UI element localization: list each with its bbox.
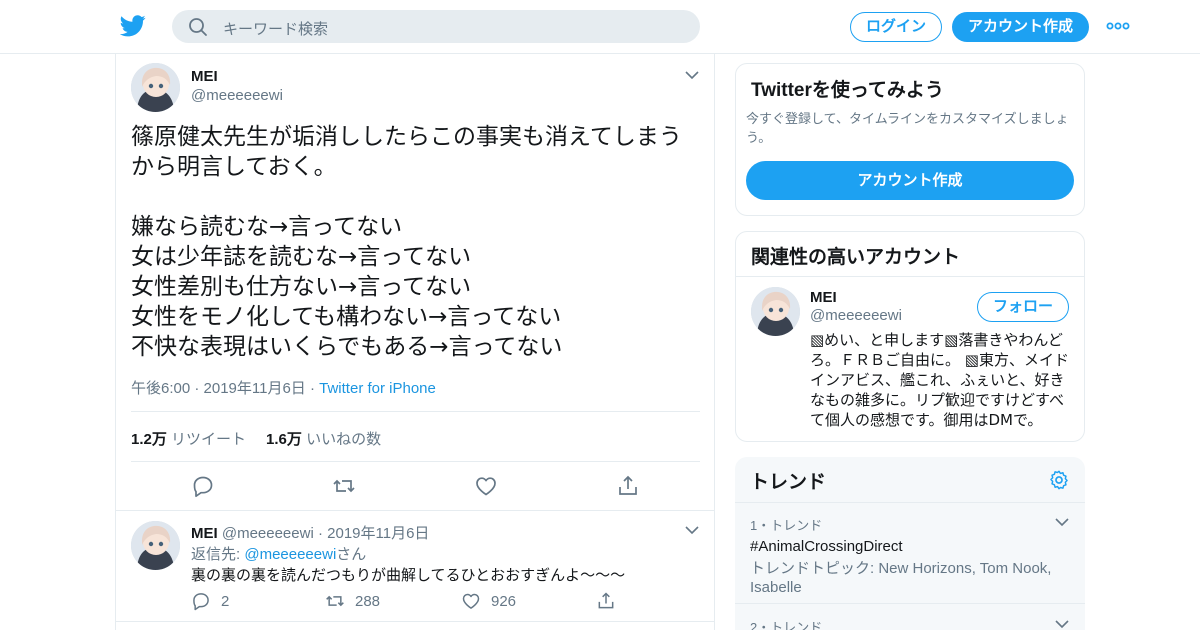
trend-item[interactable]: 2・トレンド (750, 617, 1070, 630)
divider (735, 603, 1085, 604)
avatar[interactable] (131, 63, 180, 112)
reply-icon (193, 593, 209, 611)
avatar[interactable] (131, 521, 180, 570)
reply-icon[interactable] (191, 474, 215, 498)
reply-date[interactable]: · 2019年11月6日 (318, 525, 429, 542)
reply-text: 裏の裏の裏を読んだつもりが曲解してるひとおおすぎんよ〜〜〜 (191, 566, 626, 584)
reply-count: 2 (221, 592, 230, 610)
signup-card-description: 今すぐ登録して、タイムラインをカスタマイズしましょう。 (746, 111, 1069, 145)
chevron-down-icon[interactable] (1055, 619, 1069, 629)
trend-meta: 2・トレンド (750, 620, 823, 630)
retweet-icon[interactable] (332, 474, 356, 498)
signup-button[interactable]: アカウント作成 (952, 12, 1089, 42)
divider (736, 276, 1084, 277)
top-nav: キーワード検索 ログイン アカウント作成 (0, 0, 1200, 54)
reply-tweet[interactable]: MEI @meeeeeewi · 2019年11月6日 返信先: @meeeee… (116, 510, 714, 622)
reply-share-button[interactable] (596, 591, 616, 611)
reply-reply-button[interactable]: 2 (191, 591, 229, 611)
tweet-stats: 1.2万 リツイート 1.6万 いいねの数 (131, 428, 381, 449)
related-account-handle[interactable]: @meeeeeewi (810, 307, 902, 324)
search-icon (189, 18, 207, 36)
signup-card-button[interactable]: アカウント作成 (746, 161, 1074, 200)
reply-retweet-button[interactable]: 288 (325, 591, 380, 611)
reply-to-line: 返信先: @meeeeeewiさん (191, 543, 366, 564)
trend-meta: 1・トレンド (750, 518, 823, 533)
signup-card: Twitterを使ってみよう 今すぐ登録して、タイムラインをカスタマイズしましょ… (735, 63, 1085, 216)
signup-card-title: Twitterを使ってみよう (751, 80, 944, 101)
tweet-column: MEI @meeeeeewi 篠原健太先生が垢消ししたらこの事実も消えてしまうか… (115, 54, 715, 630)
divider (131, 411, 700, 412)
retweet-icon (326, 595, 344, 607)
trend-description: トレンドトピック: New Horizons, Tom Nook, Isabel… (750, 560, 1052, 596)
gear-icon[interactable] (1048, 469, 1070, 491)
divider (735, 502, 1085, 503)
trend-name[interactable]: #AnimalCrossingDirect (750, 538, 1070, 555)
reply-to-prefix: 返信先: (191, 546, 245, 563)
tweet-actions (116, 474, 716, 498)
retweet-count[interactable]: 1.2万 (131, 431, 167, 448)
avatar[interactable] (751, 287, 800, 336)
search-input[interactable]: キーワード検索 (223, 18, 328, 39)
retweet-count: 288 (355, 592, 381, 610)
share-icon (598, 592, 614, 609)
chevron-down-icon[interactable] (685, 525, 699, 535)
author-handle[interactable]: @meeeeeewi (191, 87, 283, 104)
reply-to-suffix: さん (336, 546, 367, 563)
tweet-timestamp: 午後6:00 · 2019年11月6日 · Twitter for iPhone (131, 377, 436, 398)
related-accounts-card: 関連性の高いアカウント MEI @meeeeeewi フォロー ▧めい、と申しま… (735, 231, 1085, 442)
reply-to-mention[interactable]: @meeeeeewi (244, 546, 336, 563)
reply-like-button[interactable]: 926 (461, 591, 516, 611)
tweet-source-link[interactable]: Twitter for iPhone (319, 380, 436, 397)
heart-icon (462, 593, 480, 609)
like-count: 926 (491, 592, 517, 610)
reply-header: MEI @meeeeeewi · 2019年11月6日 (191, 522, 429, 543)
divider (131, 461, 700, 462)
heart-icon[interactable] (474, 474, 498, 498)
like-count[interactable]: 1.6万 (266, 431, 302, 448)
search-box[interactable]: キーワード検索 (172, 10, 700, 43)
related-accounts-title: 関連性の高いアカウント (751, 247, 961, 268)
trends-title: トレンド (750, 472, 827, 493)
related-account-bio: ▧めい、と申します▧落書きやわんどろ。ＦＲＢご自由に。 ▧東方、メイドインアビス… (810, 331, 1069, 429)
author-name[interactable]: MEI (191, 68, 218, 85)
retweet-label[interactable]: リツイート (171, 431, 246, 448)
chevron-down-icon[interactable] (1055, 517, 1069, 527)
more-dots-icon[interactable] (1106, 18, 1130, 34)
tweet-text: 篠原健太先生が垢消ししたらこの事実も消えてしまうから明言しておく。 嫌なら読むな… (131, 124, 682, 360)
tweet-time[interactable]: 午後6:00 · 2019年11月6日 · (131, 380, 319, 397)
reply-actions: 2 288 926 (191, 591, 671, 611)
login-button[interactable]: ログイン (850, 12, 942, 42)
like-label[interactable]: いいねの数 (306, 431, 381, 448)
trends-card: トレンド 1・トレンド #AnimalCrossingDirect トレンドトピ… (735, 457, 1085, 630)
trend-item[interactable]: 1・トレンド #AnimalCrossingDirect トレンドトピック: N… (750, 515, 1070, 597)
related-account-name[interactable]: MEI (810, 289, 837, 306)
share-icon[interactable] (616, 474, 640, 498)
author-handle[interactable]: @meeeeeewi (222, 525, 314, 542)
twitter-bird-icon[interactable] (120, 14, 146, 38)
author-name[interactable]: MEI (191, 525, 218, 542)
chevron-down-icon[interactable] (685, 70, 699, 80)
follow-button[interactable]: フォロー (977, 292, 1069, 322)
